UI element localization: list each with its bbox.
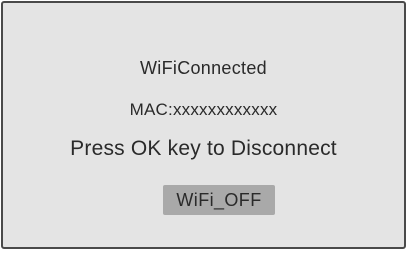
- wifi-off-button[interactable]: WiFi_OFF: [163, 185, 275, 215]
- disconnect-instruction-text: Press OK key to Disconnect: [70, 137, 337, 160]
- wifi-status-text: WiFiConnected: [140, 58, 267, 78]
- mac-address-text: MAC:xxxxxxxxxxxx: [129, 100, 278, 119]
- wifi-status-screen: WiFiConnected MAC:xxxxxxxxxxxx Press OK …: [1, 1, 406, 249]
